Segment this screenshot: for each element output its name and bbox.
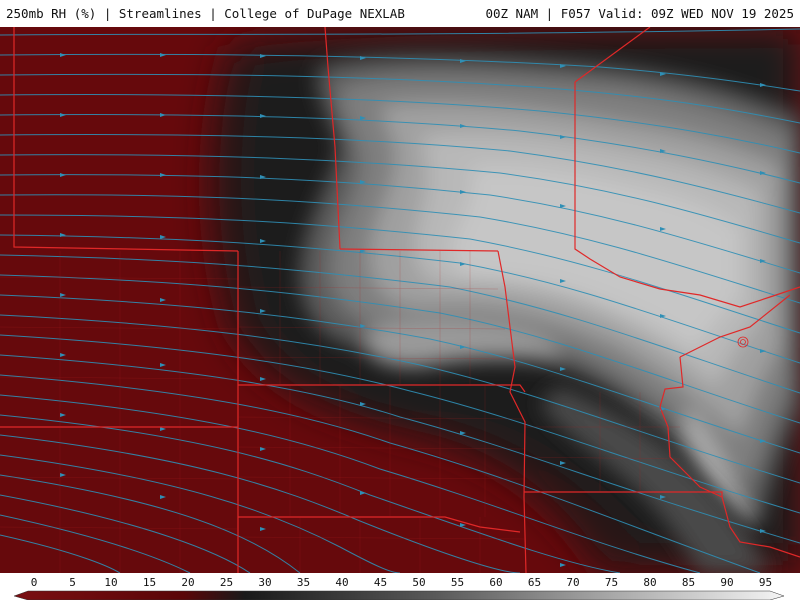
legend-tick-label: 70: [566, 576, 579, 589]
legend-tick-label: 5: [69, 576, 76, 589]
legend-canvas: 0 5 10 15 20 25 30 35 40 45 50 55 60 65 70 75 80 85 90 95: [13, 576, 785, 600]
legend-tick-label: 0: [31, 576, 38, 589]
legend-color-bar: [13, 590, 785, 600]
legend-tick-label: 85: [682, 576, 695, 589]
legend-tick-label: 25: [220, 576, 233, 589]
legend-tick-label: 55: [451, 576, 464, 589]
map-title: 250mb RH (%) | Streamlines | College of …: [6, 6, 405, 21]
legend-tick-label: 40: [335, 576, 348, 589]
title-bar: 250mb RH (%) | Streamlines | College of …: [0, 0, 800, 27]
legend-tick-label: 60: [489, 576, 502, 589]
legend-tick-label: 35: [297, 576, 310, 589]
legend-tick-label: 20: [181, 576, 194, 589]
legend-tick-label: 30: [258, 576, 271, 589]
legend-tick-label: 80: [643, 576, 656, 589]
legend-tick-label: 15: [143, 576, 156, 589]
map-canvas: [0, 27, 800, 573]
color-scale-legend: 0 5 10 15 20 25 30 35 40 45 50 55 60 65 70 75 80 85 90 95: [0, 573, 800, 600]
legend-tick-label: 50: [412, 576, 425, 589]
legend-tick-label: 95: [759, 576, 772, 589]
legend-tick-labels: 0 5 10 15 20 25 30 35 40 45 50 55 60 65 70 75 80 85 90 95: [31, 576, 772, 589]
model-run-info: 00Z NAM | F057 Valid: 09Z WED NOV 19 202…: [485, 6, 794, 21]
legend-tick-label: 90: [720, 576, 733, 589]
legend-tick-label: 45: [374, 576, 387, 589]
weather-map[interactable]: [0, 27, 800, 573]
legend-tick-label: 75: [605, 576, 618, 589]
legend-tick-label: 65: [528, 576, 541, 589]
legend-tick-label: 10: [104, 576, 117, 589]
